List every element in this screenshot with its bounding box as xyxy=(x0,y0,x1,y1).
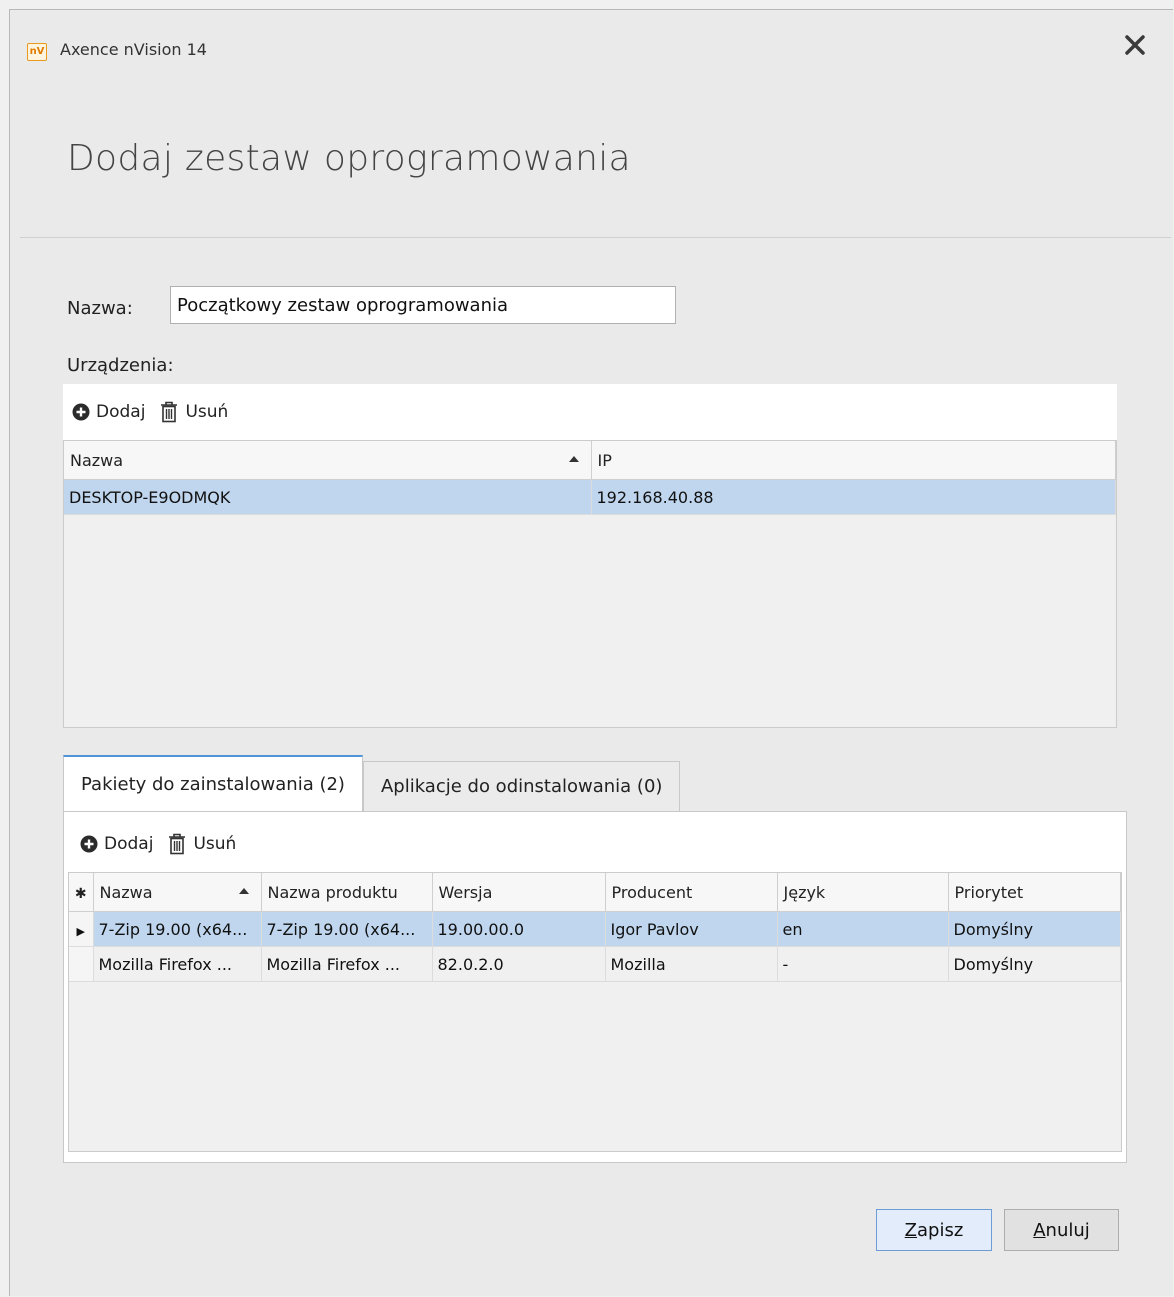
name-label: Nazwa: xyxy=(67,298,133,319)
plus-circle-icon xyxy=(80,835,98,853)
asterisk-icon: ✱ xyxy=(74,885,87,902)
row-pointer-icon: ▶ xyxy=(76,924,85,938)
package-priority-cell: Domyślny xyxy=(948,946,1121,982)
package-product-cell: 7-Zip 19.00 (x64... xyxy=(261,911,433,947)
cancel-button[interactable]: Anuluj xyxy=(1004,1209,1119,1251)
packages-add-button[interactable]: Dodaj xyxy=(80,834,153,854)
package-vendor-cell: Mozilla xyxy=(605,946,778,982)
row-indicator xyxy=(69,946,94,982)
devices-toolbar: Dodaj Usuń xyxy=(63,384,1117,440)
package-vendor-cell: Igor Pavlov xyxy=(605,911,778,947)
packages-column-vendor[interactable]: Producent xyxy=(605,873,778,912)
save-label: apisz xyxy=(917,1219,964,1241)
package-version-cell: 82.0.2.0 xyxy=(432,946,606,982)
packages-add-label: Dodaj xyxy=(104,834,154,854)
package-language-cell: en xyxy=(777,911,949,947)
packages-column-priority[interactable]: Priorytet xyxy=(948,873,1121,912)
table-row[interactable]: ▶ 7-Zip 19.00 (x64... 7-Zip 19.00 (x64..… xyxy=(69,911,1121,947)
device-ip-cell: 192.168.40.88 xyxy=(591,479,1116,515)
row-indicator: ▶ xyxy=(69,911,94,947)
tab-packages-to-install[interactable]: Pakiety do zainstalowania (2) xyxy=(63,755,363,811)
package-priority-cell: Domyślny xyxy=(948,911,1121,947)
package-name-cell: 7-Zip 19.00 (x64... xyxy=(93,911,262,947)
close-icon xyxy=(1125,35,1145,55)
packages-column-name[interactable]: Nazwa xyxy=(93,873,262,912)
dialog-window: nV Axence nVision 14 Dodaj zestaw oprogr… xyxy=(9,9,1173,1296)
page-title: Dodaj zestaw oprogramowania xyxy=(67,138,631,179)
packages-remove-button[interactable]: Usuń xyxy=(167,833,236,855)
devices-grid: Nazwa IP DESKTOP-E9ODMQK 192.168.40.88 xyxy=(63,440,1117,728)
cancel-mnemonic: A xyxy=(1033,1219,1046,1241)
column-label: IP xyxy=(597,450,612,470)
device-name-cell: DESKTOP-E9ODMQK xyxy=(64,479,592,515)
devices-add-button[interactable]: Dodaj xyxy=(72,402,145,422)
tab-apps-to-uninstall[interactable]: Aplikacje do odinstalowania (0) xyxy=(362,761,681,811)
plus-circle-icon xyxy=(72,403,90,421)
column-label: Priorytet xyxy=(954,882,1024,902)
sort-ascending-icon xyxy=(238,888,249,894)
table-row[interactable]: DESKTOP-E9ODMQK 192.168.40.88 xyxy=(64,479,1116,515)
app-logo: nV xyxy=(27,43,47,61)
column-label: Wersja xyxy=(438,882,493,902)
packages-tab-panel: Dodaj Usuń ✱ Nazwa Nazwa produktu Wersja… xyxy=(63,811,1127,1163)
devices-remove-label: Usuń xyxy=(185,402,229,422)
devices-label: Urządzenia: xyxy=(67,355,174,376)
package-name-cell: Mozilla Firefox ... xyxy=(93,946,262,982)
package-product-cell: Mozilla Firefox ... xyxy=(261,946,433,982)
packages-column-language[interactable]: Język xyxy=(777,873,949,912)
package-language-cell: - xyxy=(777,946,949,982)
title-bar: nV Axence nVision 14 xyxy=(10,10,1173,70)
packages-grid: ✱ Nazwa Nazwa produktu Wersja Producent … xyxy=(68,872,1122,1152)
window-title: Axence nVision 14 xyxy=(60,40,207,59)
devices-add-label: Dodaj xyxy=(96,402,146,422)
devices-remove-button[interactable]: Usuń xyxy=(159,401,228,423)
column-label: Nazwa produktu xyxy=(267,882,398,902)
name-input[interactable] xyxy=(170,286,676,324)
column-label: Nazwa xyxy=(70,450,124,470)
packages-column-product[interactable]: Nazwa produktu xyxy=(261,873,433,912)
table-row[interactable]: Mozilla Firefox ... Mozilla Firefox ... … xyxy=(69,946,1121,982)
close-button[interactable] xyxy=(1118,28,1152,62)
trash-icon xyxy=(159,401,179,423)
trash-icon xyxy=(167,833,187,855)
column-label: Język xyxy=(783,882,826,902)
devices-column-name[interactable]: Nazwa xyxy=(64,441,592,480)
column-label: Nazwa xyxy=(99,882,153,902)
save-mnemonic: Z xyxy=(904,1219,918,1241)
packages-toolbar: Dodaj Usuń xyxy=(80,816,1120,872)
package-version-cell: 19.00.00.0 xyxy=(432,911,606,947)
cancel-label: nuluj xyxy=(1045,1219,1090,1241)
save-button[interactable]: Zapisz xyxy=(876,1209,992,1251)
new-row-header: ✱ xyxy=(69,873,94,912)
column-label: Producent xyxy=(611,882,693,902)
packages-column-version[interactable]: Wersja xyxy=(432,873,606,912)
sort-ascending-icon xyxy=(568,456,579,462)
devices-column-ip[interactable]: IP xyxy=(591,441,1116,480)
tab-strip: Pakiety do zainstalowania (2) Aplikacje … xyxy=(63,755,681,811)
packages-remove-label: Usuń xyxy=(193,834,237,854)
divider xyxy=(20,237,1171,238)
